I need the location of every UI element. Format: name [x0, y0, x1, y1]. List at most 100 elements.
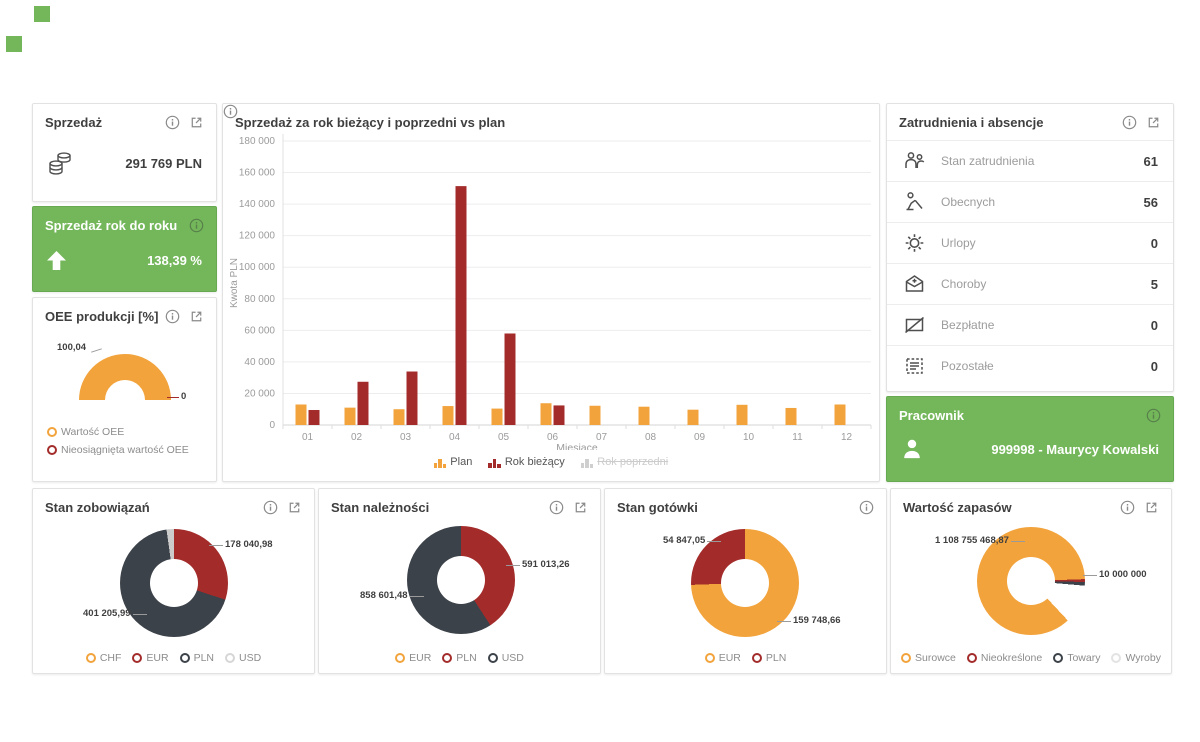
legend-item[interactable]: USD: [225, 652, 261, 664]
digger-icon: [902, 190, 932, 214]
person-icon: [901, 437, 923, 461]
legend-item[interactable]: Surowce: [901, 652, 956, 664]
chart-title: Sprzedaż za rok bieżący i poprzedni vs p…: [235, 115, 505, 130]
legend-ring-icon: [442, 653, 452, 663]
info-icon[interactable]: [1120, 500, 1135, 515]
external-link-icon[interactable]: [189, 309, 204, 324]
legend-item[interactable]: USD: [488, 652, 524, 664]
gauge-min-label: 0: [181, 391, 186, 402]
legend-item[interactable]: Rok bieżący: [488, 456, 564, 468]
hr-row: Bezpłatne0: [887, 304, 1173, 345]
legend-item[interactable]: Nieosiągnięta wartość OEE: [47, 444, 189, 456]
info-icon[interactable]: [1146, 408, 1161, 423]
legend-ring-icon: [1053, 653, 1063, 663]
info-icon[interactable]: [165, 115, 180, 130]
svg-text:Miesiące: Miesiące: [556, 442, 598, 450]
hr-row-value: 0: [1151, 236, 1158, 251]
slice-label: 401 205,99: [83, 608, 131, 619]
sales-yoy-card: Sprzedaż rok do roku 138,39 %: [32, 206, 217, 292]
svg-text:160 000: 160 000: [239, 168, 276, 179]
sales-bar-chart: 020 00040 00060 00080 000100 000120 0001…: [223, 104, 877, 450]
legend-item[interactable]: EUR: [132, 652, 168, 664]
coins-icon: [47, 150, 75, 176]
legend-label: CHF: [100, 652, 122, 664]
hr-row-value: 56: [1144, 195, 1158, 210]
legend-item[interactable]: CHF: [86, 652, 122, 664]
hr-row-value: 0: [1151, 359, 1158, 374]
legend-label: Rok poprzedni: [597, 456, 668, 468]
legend-ring-icon: [901, 653, 911, 663]
legend-item[interactable]: PLN: [442, 652, 476, 664]
hr-rows: Stan zatrudnienia61Obecnych56Urlopy0Chor…: [887, 140, 1173, 386]
legend-label: Surowce: [915, 652, 956, 664]
legend-item[interactable]: PLN: [752, 652, 786, 664]
legend-ring-icon: [180, 653, 190, 663]
legend-label: PLN: [456, 652, 476, 664]
slice-label: 858 601,48: [360, 590, 408, 601]
hr-row: Obecnych56: [887, 181, 1173, 222]
info-icon[interactable]: [859, 500, 874, 515]
hr-row-label: Urlopy: [941, 236, 1151, 250]
legend-marker-icon: [581, 458, 594, 468]
info-icon[interactable]: [549, 500, 564, 515]
card-title: Zatrudnienia i absencje: [899, 115, 1044, 130]
legend-label: EUR: [719, 652, 741, 664]
legend-label: PLN: [766, 652, 786, 664]
sun-icon: [902, 231, 932, 255]
svg-text:12: 12: [841, 432, 853, 443]
svg-text:0: 0: [269, 420, 275, 431]
sales-value: 291 769 PLN: [125, 156, 202, 171]
svg-text:04: 04: [449, 432, 461, 443]
svg-text:09: 09: [694, 432, 706, 443]
legend-item[interactable]: Rok poprzedni: [581, 456, 668, 468]
legend-item[interactable]: Towary: [1053, 652, 1100, 664]
donut-legend: Surowce Nieokreślone Towary Wyroby: [891, 652, 1171, 664]
arrow-up-icon: [47, 251, 66, 270]
legend-item[interactable]: Plan: [434, 456, 473, 468]
bar-chart-legend: Plan Rok bieżący Rok poprzedni: [223, 456, 879, 468]
hr-row-label: Stan zatrudnienia: [941, 154, 1144, 168]
legend-label: EUR: [146, 652, 168, 664]
hr-row-label: Obecnych: [941, 195, 1144, 209]
workers-icon: [902, 149, 932, 173]
oee-legend: Wartość OEE Nieosiągnięta wartość OEE: [47, 426, 189, 456]
donut-chart: [407, 526, 515, 634]
gauge-max-label: 100,04: [57, 342, 86, 353]
svg-text:11: 11: [792, 432, 803, 443]
donut-legend: EUR PLN USD: [319, 652, 600, 664]
oee-card: OEE produkcji [%] 100,04 0 Wartość OEENi…: [32, 297, 217, 482]
legend-ring-icon: [395, 653, 405, 663]
receivables-card: Stan należności 591 013,26 858 601,48 EU…: [318, 488, 601, 674]
legend-item[interactable]: EUR: [705, 652, 741, 664]
svg-text:100 000: 100 000: [239, 262, 276, 273]
card-title: Sprzedaż rok do roku: [45, 218, 177, 233]
legend-ring-icon: [752, 653, 762, 663]
legend-ring-icon: [225, 653, 235, 663]
gauge-callout-line: [167, 397, 179, 398]
external-link-icon[interactable]: [189, 115, 204, 130]
card-title: Stan gotówki: [617, 500, 698, 515]
info-icon[interactable]: [189, 218, 204, 233]
legend-item[interactable]: EUR: [395, 652, 431, 664]
employee-value: 999998 - Maurycy Kowalski: [991, 442, 1159, 457]
external-link-icon[interactable]: [1144, 500, 1159, 515]
legend-item[interactable]: Wyroby: [1111, 652, 1161, 664]
legend-ring-icon: [86, 653, 96, 663]
legend-item[interactable]: Nieokreślone: [967, 652, 1042, 664]
legend-label: Nieokreślone: [981, 652, 1042, 664]
legend-label: Wartość OEE: [61, 426, 124, 438]
external-link-icon[interactable]: [287, 500, 302, 515]
legend-item[interactable]: Wartość OEE: [47, 426, 189, 438]
crossed-banner-icon: [902, 313, 932, 337]
hr-card: Zatrudnienia i absencje Stan zatrudnieni…: [886, 103, 1174, 392]
svg-text:80 000: 80 000: [244, 294, 275, 305]
info-icon[interactable]: [263, 500, 278, 515]
external-link-icon[interactable]: [573, 500, 588, 515]
info-icon[interactable]: [165, 309, 180, 324]
info-icon[interactable]: [1122, 115, 1137, 130]
sales-card: Sprzedaż 291 769 PLN: [32, 103, 217, 202]
legend-label: USD: [502, 652, 524, 664]
external-link-icon[interactable]: [1146, 115, 1161, 130]
legend-item[interactable]: PLN: [180, 652, 214, 664]
green-marker: [6, 36, 22, 52]
